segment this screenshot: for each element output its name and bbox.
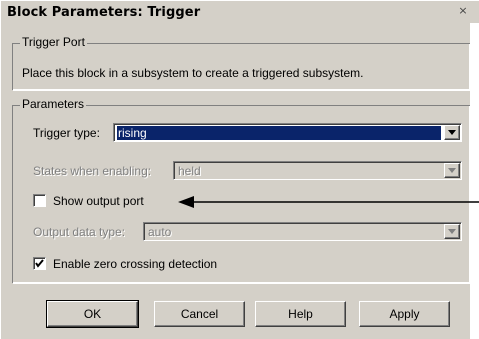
- states-when-enabling-label: States when enabling:: [33, 164, 152, 178]
- show-output-port-checkbox[interactable]: [33, 194, 46, 207]
- trigger-type-dropdown-button[interactable]: [444, 125, 460, 140]
- trigger-type-select[interactable]: rising: [113, 123, 462, 142]
- output-data-type-label: Output data type:: [33, 225, 126, 239]
- trigger-port-group: Trigger Port Place this block in a subsy…: [12, 35, 470, 90]
- block-parameters-dialog: Block Parameters: Trigger × Trigger Port…: [0, 0, 479, 339]
- enable-zero-crossing-label[interactable]: Enable zero crossing detection: [53, 256, 217, 272]
- chevron-down-icon: [448, 130, 456, 135]
- trigger-type-label: Trigger type:: [33, 126, 100, 140]
- output-data-type-select: auto: [143, 222, 462, 241]
- output-data-type-value: auto: [148, 225, 172, 239]
- apply-button[interactable]: Apply: [359, 301, 450, 327]
- cancel-button[interactable]: Cancel: [154, 301, 245, 327]
- parameters-legend: Parameters: [20, 97, 87, 112]
- window-title: Block Parameters: Trigger: [7, 4, 201, 20]
- enable-zero-crossing-checkbox[interactable]: [33, 257, 46, 270]
- states-when-enabling-value: held: [178, 164, 201, 178]
- help-button[interactable]: Help: [255, 301, 346, 327]
- output-data-type-dropdown-button: [444, 224, 460, 239]
- chevron-down-icon: [448, 168, 456, 173]
- trigger-port-legend: Trigger Port: [20, 35, 87, 50]
- checkmark-icon: [35, 259, 44, 268]
- states-when-enabling-select: held: [173, 161, 462, 180]
- trigger-type-value: rising: [117, 126, 441, 140]
- arrow-left-icon: [178, 196, 479, 208]
- show-output-port-label[interactable]: Show output port: [53, 193, 144, 209]
- chevron-down-icon: [448, 229, 456, 234]
- ok-button[interactable]: OK: [46, 300, 139, 328]
- states-when-enabling-dropdown-button: [444, 163, 460, 178]
- close-icon[interactable]: ×: [458, 5, 468, 17]
- title-bar: Block Parameters: Trigger: [1, 1, 479, 23]
- trigger-port-description: Place this block in a subsystem to creat…: [22, 66, 364, 80]
